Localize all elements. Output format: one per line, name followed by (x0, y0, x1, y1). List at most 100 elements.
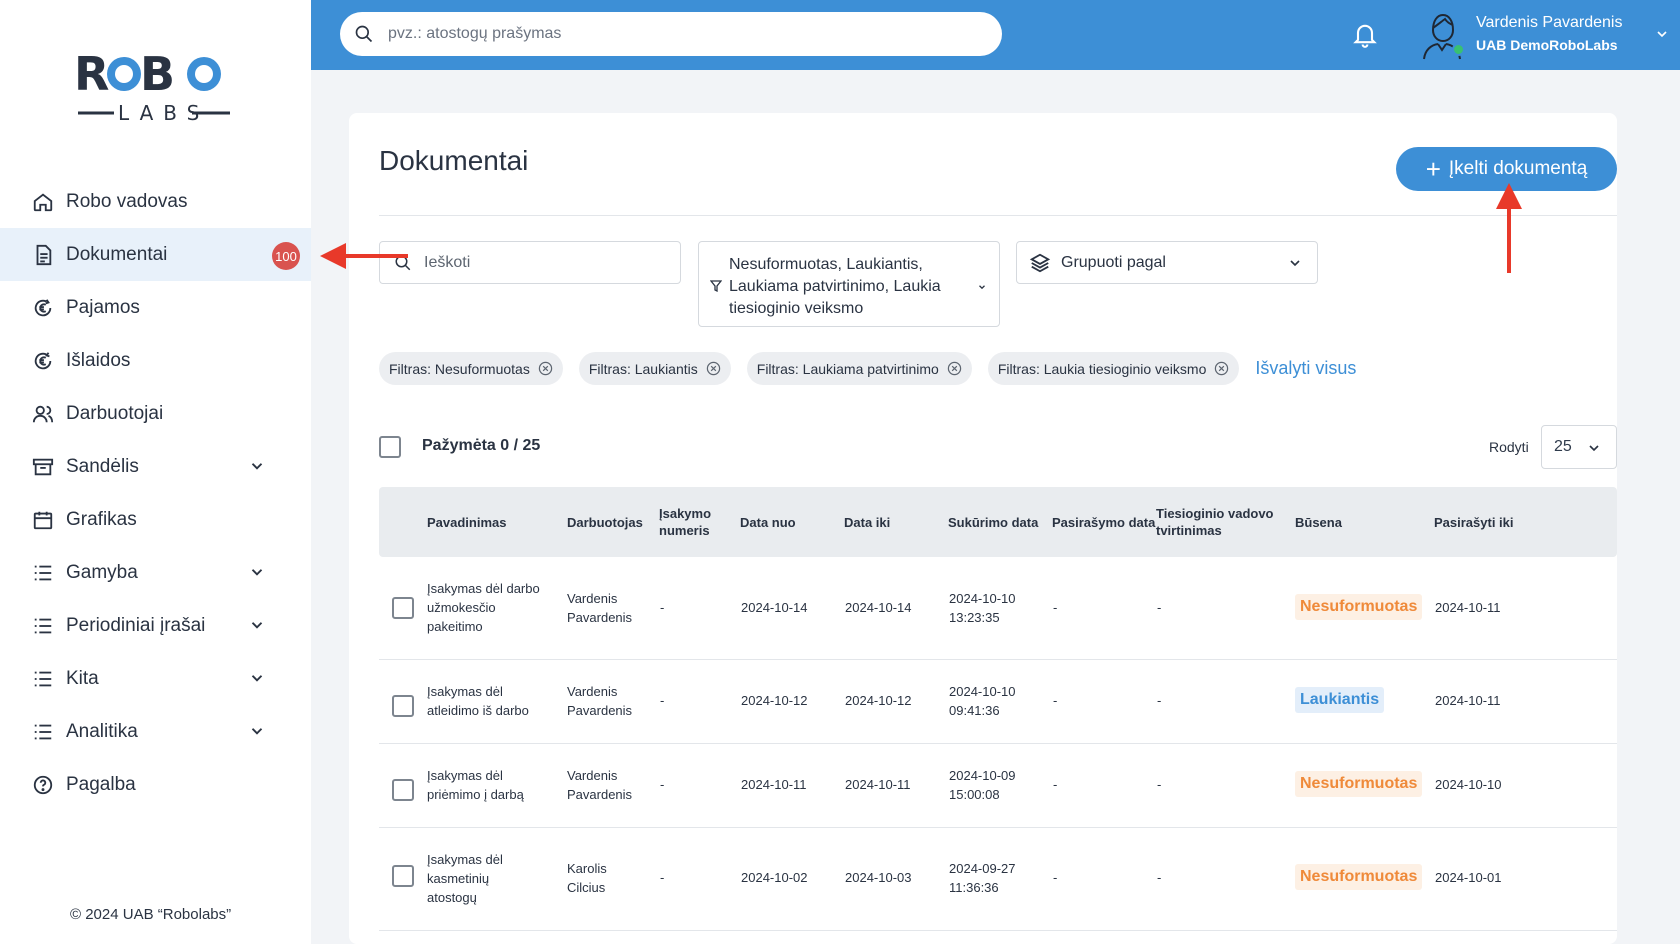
copyright-text: © 2024 UAB “Robolabs” (70, 906, 232, 923)
funnel-icon (710, 280, 722, 292)
chevron-down-icon[interactable] (248, 457, 266, 475)
plus-icon: + (1425, 154, 1441, 184)
close-circle-icon[interactable] (706, 361, 721, 376)
bell-icon[interactable] (1351, 20, 1379, 48)
order-number: - (660, 870, 665, 885)
robolabs-logo[interactable]: R B LABS (74, 46, 234, 126)
chevron-down-icon (979, 285, 985, 290)
documents-search[interactable] (379, 241, 681, 284)
divider (379, 215, 1617, 216)
sidebar-item-robo-vadovas[interactable]: Robo vadovas (0, 175, 311, 228)
close-circle-icon[interactable] (947, 361, 962, 376)
table-row[interactable]: Įsakymas dėl darbo užmokesčio pakeitimo … (379, 557, 1617, 660)
filter-chip[interactable]: Filtras: Nesuformuotas (379, 352, 563, 385)
column-header[interactable]: Pavadinimas (427, 514, 507, 531)
order-number: - (660, 777, 665, 792)
column-header[interactable]: Pasirašymo data (1052, 514, 1155, 531)
euro-income-icon (32, 297, 54, 319)
row-checkbox[interactable] (392, 779, 414, 801)
column-header[interactable]: Įsakymo numeris (659, 505, 725, 539)
sign-by-date: 2024-10-10 (1435, 777, 1502, 792)
document-name[interactable]: Įsakymas dėl atleidimo iš darbo (427, 682, 551, 720)
row-checkbox[interactable] (392, 865, 414, 887)
column-header[interactable]: Sukūrimo data (948, 514, 1038, 531)
sidebar-item-label: Kita (66, 667, 99, 689)
sidebar-item-label: Dokumentai (66, 243, 168, 265)
close-circle-icon[interactable] (538, 361, 553, 376)
document-name[interactable]: Įsakymas dėl kasmetinių atostogų (427, 850, 517, 907)
document-name[interactable]: Įsakymas dėl darbo užmokesčio pakeitimo (427, 579, 551, 636)
layers-icon (1029, 253, 1051, 272)
euro-expense-icon (32, 350, 54, 372)
sidebar-item-pajamos[interactable]: Pajamos (0, 281, 311, 334)
list-icon (32, 615, 54, 637)
status-filter-select[interactable]: Nesuformuotas, Laukiantis, Laukiama patv… (698, 241, 1000, 327)
sidebar-item-islaidos[interactable]: Išlaidos (0, 334, 311, 387)
column-header[interactable]: Data nuo (740, 514, 796, 531)
filter-chip[interactable]: Filtras: Laukiantis (578, 352, 731, 385)
employee-name: Vardenis Pavardenis (567, 684, 633, 718)
created-date: 2024-10-10 13:23:35 (949, 591, 1016, 625)
sidebar-item-analitika[interactable]: Analitika (0, 705, 311, 758)
status-badge: Nesuformuotas (1295, 771, 1423, 797)
column-header[interactable]: Pasirašyti iki (1434, 514, 1514, 531)
documents-search-input[interactable] (424, 253, 664, 272)
date-from: 2024-10-14 (741, 600, 808, 615)
sidebar-item-grafikas[interactable]: Grafikas (0, 493, 311, 546)
chevron-down-icon[interactable] (1654, 26, 1670, 42)
row-checkbox[interactable] (392, 695, 414, 717)
filter-chip[interactable]: Filtras: Laukia tiesioginio veiksmo (987, 352, 1240, 385)
clear-all-filters-link[interactable]: Išvalyti visus (1255, 358, 1356, 379)
sidebar-item-kita[interactable]: Kita (0, 652, 311, 705)
group-by-select[interactable]: Grupuoti pagal (1016, 241, 1318, 284)
page-title: Dokumentai (379, 145, 529, 176)
close-circle-icon[interactable] (1214, 361, 1229, 376)
document-name[interactable]: Įsakymas dėl priėmimo į darbą (427, 766, 551, 804)
search-icon (355, 25, 373, 43)
user-company[interactable]: UAB DemoRoboLabs (1476, 37, 1618, 53)
sidebar-item-label: Pagalba (66, 773, 136, 795)
row-checkbox[interactable] (392, 597, 414, 619)
sidebar-item-periodiniai-irasai[interactable]: Periodiniai įrašai (0, 599, 311, 652)
manager-approval: - (1157, 600, 1162, 615)
filter-chip[interactable]: Filtras: Laukiama patvirtinimo (746, 352, 972, 385)
table-row[interactable]: Įsakymas dėl kasmetinių atostogų Karolis… (379, 828, 1617, 931)
sidebar-item-dokumentai[interactable]: Dokumentai 100 (0, 228, 311, 281)
column-header[interactable]: Tiesioginio vadovo tvirtinimas (1156, 505, 1281, 539)
column-header[interactable]: Data iki (844, 514, 890, 531)
created-date: 2024-10-09 15:00:08 (949, 768, 1016, 802)
online-status-dot (1452, 43, 1465, 56)
sign-by-date: 2024-10-11 (1435, 693, 1501, 708)
sidebar-item-sandelis[interactable]: Sandėlis (0, 440, 311, 493)
sidebar-item-gamyba[interactable]: Gamyba (0, 546, 311, 599)
column-header[interactable]: Būsena (1295, 514, 1342, 531)
table-row[interactable]: Įsakymas dėl atleidimo iš darbo Vardenis… (379, 660, 1617, 744)
chevron-down-icon[interactable] (248, 616, 266, 634)
sign-by-date: 2024-10-11 (1435, 600, 1501, 615)
sidebar-item-label: Sandėlis (66, 455, 139, 477)
svg-text:B: B (140, 47, 175, 101)
annotation-arrow-left-icon (320, 243, 408, 269)
global-search[interactable] (340, 12, 1002, 56)
date-to: 2024-10-12 (845, 693, 912, 708)
order-number: - (660, 693, 665, 708)
chevron-down-icon[interactable] (248, 669, 266, 687)
sidebar-item-label: Išlaidos (66, 349, 131, 371)
global-search-input[interactable] (388, 25, 968, 43)
status-badge: Nesuformuotas (1295, 864, 1423, 890)
column-header[interactable]: Darbuotojas (567, 514, 647, 531)
user-name[interactable]: Vardenis Pavardenis (1476, 14, 1622, 32)
sign-by-date: 2024-10-01 (1435, 870, 1502, 885)
select-all-checkbox[interactable] (379, 436, 401, 458)
signed-date: - (1053, 693, 1058, 708)
selected-count: Pažymėta 0 / 25 (422, 437, 541, 454)
sidebar-item-pagalba[interactable]: Pagalba (0, 758, 311, 811)
sidebar-item-darbuotojai[interactable]: Darbuotojai (0, 387, 311, 440)
chevron-down-icon[interactable] (248, 722, 266, 740)
table-row[interactable]: Įsakymas dėl priėmimo į darbą Vardenis P… (379, 744, 1617, 828)
page-size-select[interactable]: 25 (1541, 425, 1617, 469)
chevron-down-icon[interactable] (248, 563, 266, 581)
employee-name: Vardenis Pavardenis (567, 591, 633, 625)
employee-name: Karolis Cilcius (567, 861, 607, 895)
active-filters: Filtras: Nesuformuotas Filtras: Laukiant… (379, 352, 1356, 385)
